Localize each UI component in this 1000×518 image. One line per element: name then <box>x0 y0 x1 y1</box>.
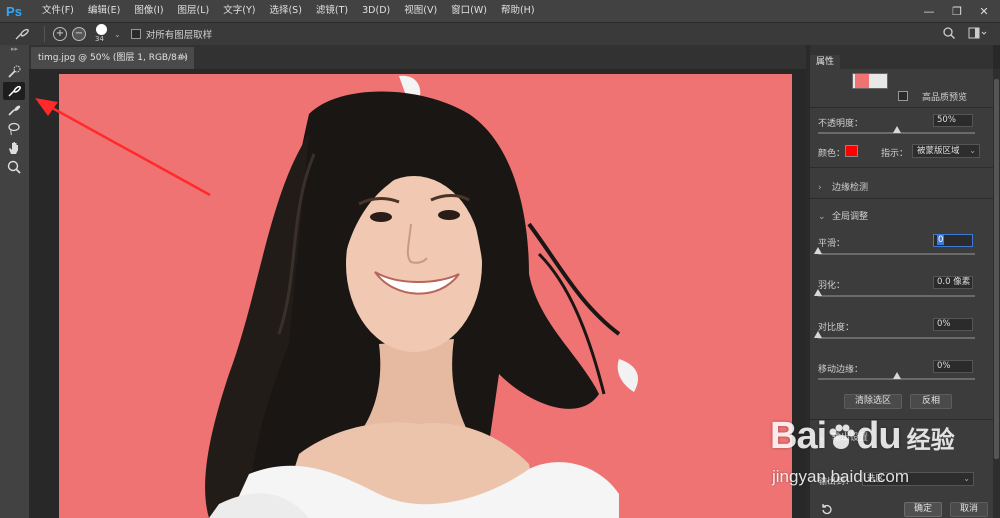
watermark-url: jingyan.baidu.com <box>772 467 910 486</box>
clear-selection-button[interactable]: 清除选区 <box>844 394 902 409</box>
invert-button[interactable]: 反相 <box>910 394 952 409</box>
hand-tool[interactable] <box>3 139 25 157</box>
global-refine-section[interactable]: ⌄ 全局调整 <box>818 209 868 222</box>
brush-tool[interactable] <box>3 101 25 119</box>
brush-icon <box>8 105 21 116</box>
chevron-down-icon: ⌄ <box>963 474 970 483</box>
sample-all-layers-checkbox[interactable] <box>130 29 141 39</box>
refine-edge-brush-icon <box>8 85 21 97</box>
edge-detection-label: 边缘检测 <box>832 183 869 193</box>
shift-edge-slider[interactable] <box>818 372 975 380</box>
smooth-value: 0 <box>937 235 945 245</box>
panel-tab-bar: 属性 <box>810 45 993 69</box>
opacity-slider[interactable] <box>818 126 975 134</box>
contrast-slider[interactable] <box>814 331 975 339</box>
menu-item[interactable]: 3D(D) <box>355 0 397 22</box>
ok-button[interactable]: 确定 <box>904 502 942 517</box>
menu-item[interactable]: 窗口(W) <box>444 0 494 22</box>
panel-scrollbar[interactable] <box>993 69 1000 518</box>
refine-edge-brush-tool[interactable] <box>3 82 25 100</box>
brush-tool-icon <box>15 28 29 40</box>
menu-item[interactable]: 图层(L) <box>171 0 217 22</box>
close-window-button[interactable]: ✕ <box>970 0 998 22</box>
zoom-icon <box>7 160 21 174</box>
chevron-right-icon: › <box>818 183 822 193</box>
hand-icon <box>9 142 18 154</box>
photoshop-logo: Ps <box>6 3 22 19</box>
divider <box>810 198 993 199</box>
document-tab-bar: timg.jpg @ 50% (图层 1, RGB/8#) * × <box>29 45 806 85</box>
chevron-down-icon[interactable]: ⌄ <box>114 30 121 39</box>
workspace-icon[interactable] <box>968 27 988 42</box>
hq-preview-checkbox[interactable] <box>898 91 908 101</box>
watermark-logo: Bai <box>770 415 827 457</box>
menu-item[interactable]: 视图(V) <box>397 0 444 22</box>
watermark-subtitle: 经验 <box>906 427 955 454</box>
tool-preset-picker[interactable] <box>8 25 36 43</box>
quick-selection-icon <box>8 65 21 78</box>
baidu-watermark: Bai du 经验 jingyan.baidu.com <box>770 415 955 486</box>
cancel-button[interactable]: 取消 <box>950 502 988 517</box>
menu-item[interactable]: 文件(F) <box>35 0 81 22</box>
quick-selection-tool[interactable] <box>3 63 25 81</box>
menu-item[interactable]: 图像(I) <box>127 0 170 22</box>
brush-size-value: 34 <box>95 35 104 43</box>
smooth-slider[interactable] <box>814 247 975 255</box>
hq-preview-label: 高品质预览 <box>922 93 968 103</box>
edge-detection-section[interactable]: › 边缘检测 <box>818 180 868 193</box>
separator <box>44 26 45 42</box>
zoom-tool[interactable] <box>3 158 25 176</box>
divider <box>810 167 993 168</box>
menu-item[interactable]: 文字(Y) <box>216 0 262 22</box>
shift-edge-slider-thumb[interactable] <box>892 372 901 379</box>
shift-edge-input[interactable]: 0% <box>933 360 973 373</box>
portrait-photo <box>205 75 639 518</box>
chevron-down-icon: ⌄ <box>969 146 976 155</box>
menu-items: 文件(F) 编辑(E) 图像(I) 图层(L) 文字(Y) 选择(S) 滤镜(T) 3D(D)… <box>35 0 542 22</box>
close-tab-icon[interactable]: × <box>180 47 188 69</box>
add-to-selection-button[interactable]: + <box>53 27 67 41</box>
panel-grip[interactable]: ▸▸ <box>0 45 29 53</box>
opacity-input[interactable]: 50% <box>933 114 973 127</box>
view-mode-thumbnail[interactable] <box>852 73 888 89</box>
indicates-value: 被蒙版区域 <box>917 146 960 156</box>
smooth-slider-thumb[interactable] <box>814 247 822 254</box>
feather-slider[interactable] <box>814 289 975 297</box>
scrollbar-thumb[interactable] <box>994 79 999 459</box>
feather-input[interactable]: 0.0 像素 <box>933 276 973 289</box>
contrast-input[interactable]: 0% <box>933 318 973 331</box>
menu-item[interactable]: 帮助(H) <box>494 0 542 22</box>
contrast-slider-thumb[interactable] <box>814 331 822 338</box>
feather-slider-thumb[interactable] <box>814 289 822 296</box>
smooth-input[interactable]: 0 <box>933 234 973 247</box>
reset-icon[interactable] <box>820 503 834 518</box>
document-tab[interactable]: timg.jpg @ 50% (图层 1, RGB/8#) * × <box>31 47 194 85</box>
brush-size-picker[interactable]: 34 <box>91 24 113 44</box>
tab-properties[interactable]: 属性 <box>810 55 841 69</box>
document-image[interactable] <box>59 74 792 518</box>
chevron-down-icon: ⌄ <box>818 212 826 222</box>
options-bar: + − 34 ⌄ 对所有图层取样 <box>0 22 1000 45</box>
menu-bar: Ps 文件(F) 编辑(E) 图像(I) 图层(L) 文字(Y) 选择(S) 滤镜(T) 3D… <box>0 0 1000 22</box>
lasso-tool[interactable] <box>3 120 25 138</box>
restore-button[interactable]: ❐ <box>943 0 971 22</box>
opacity-slider-thumb[interactable] <box>892 126 901 133</box>
overlay-color-swatch[interactable] <box>845 145 858 157</box>
sample-all-layers-label: 对所有图层取样 <box>145 30 213 41</box>
search-icon[interactable] <box>942 26 956 43</box>
menu-item[interactable]: 滤镜(T) <box>309 0 355 22</box>
brush-tip-icon <box>96 24 107 35</box>
minimize-button[interactable]: — <box>915 0 943 22</box>
subtract-from-selection-button[interactable]: − <box>72 27 86 41</box>
watermark-logo-suffix: du <box>856 415 901 457</box>
divider <box>810 107 993 108</box>
canvas-area[interactable] <box>29 69 806 518</box>
indicates-select[interactable]: 被蒙版区域 ⌄ <box>912 144 980 158</box>
menu-item[interactable]: 选择(S) <box>262 0 308 22</box>
tools-panel: ▸▸ <box>0 45 29 518</box>
watermark-paw-icon <box>826 422 856 452</box>
lasso-icon <box>8 122 20 136</box>
global-refine-label: 全局调整 <box>832 212 869 222</box>
menu-item[interactable]: 编辑(E) <box>81 0 127 22</box>
